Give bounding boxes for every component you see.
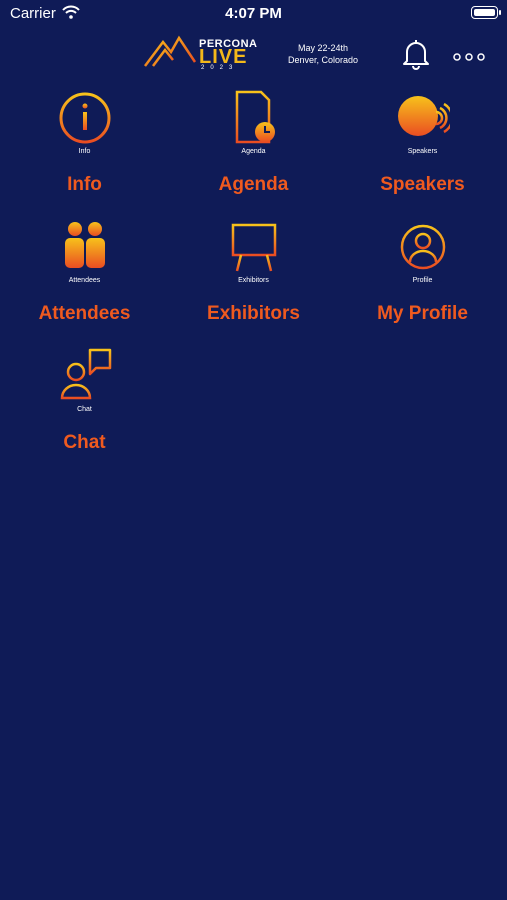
tile-agenda[interactable]: Agenda Agenda <box>169 88 338 208</box>
app-header: PERCONA LIVE 2023 May 22-24th Denver, Co… <box>0 28 507 78</box>
tile-profile-label: My Profile <box>377 303 468 324</box>
tile-exhibitors[interactable]: Exhibitors Exhibitors <box>169 217 338 337</box>
status-bar: Carrier 4:07 PM <box>0 0 507 28</box>
status-time: 4:07 PM <box>225 5 282 22</box>
tile-speakers[interactable]: Speakers Speakers <box>338 88 507 208</box>
logo-year-text: 2023 <box>201 65 239 71</box>
tile-info-caption: Info <box>78 148 91 155</box>
tile-agenda-caption: Agenda <box>241 148 266 155</box>
tile-agenda-label: Agenda <box>218 174 289 195</box>
event-location: Denver, Colorado <box>287 55 359 65</box>
tile-exhibitors-label: Exhibitors <box>207 303 300 324</box>
agenda-icon <box>227 88 281 148</box>
tile-attendees-label: Attendees <box>38 303 131 324</box>
tile-speakers-label: Speakers <box>380 174 465 195</box>
profile-icon <box>396 217 450 277</box>
tile-profile[interactable]: Profile My Profile <box>338 217 507 337</box>
exhibitors-icon <box>227 217 281 277</box>
tile-attendees-caption: Attendees <box>68 277 101 284</box>
bell-icon[interactable] <box>401 38 431 75</box>
event-date: May 22-24th <box>297 43 349 53</box>
speakers-icon <box>396 88 454 148</box>
tile-profile-caption: Profile <box>412 277 433 284</box>
tile-info[interactable]: Info Info <box>0 88 169 208</box>
tile-chat-label: Chat <box>63 432 106 453</box>
tile-speakers-caption: Speakers <box>407 148 438 155</box>
tile-attendees[interactable]: Attendees Attendees <box>0 217 169 337</box>
tile-info-label: Info <box>67 174 102 195</box>
info-icon <box>58 88 112 148</box>
more-icon[interactable] <box>453 48 485 66</box>
tile-chat-caption: Chat <box>77 406 92 413</box>
attendees-icon <box>58 217 112 277</box>
chat-icon <box>58 346 112 406</box>
tile-exhibitors-caption: Exhibitors <box>238 277 269 284</box>
event-date-location: May 22-24th Denver, Colorado <box>283 42 363 66</box>
battery-icon <box>471 6 501 19</box>
percona-live-logo[interactable]: PERCONA LIVE 2023 <box>143 32 257 72</box>
tile-chat[interactable]: Chat Chat <box>0 346 169 466</box>
